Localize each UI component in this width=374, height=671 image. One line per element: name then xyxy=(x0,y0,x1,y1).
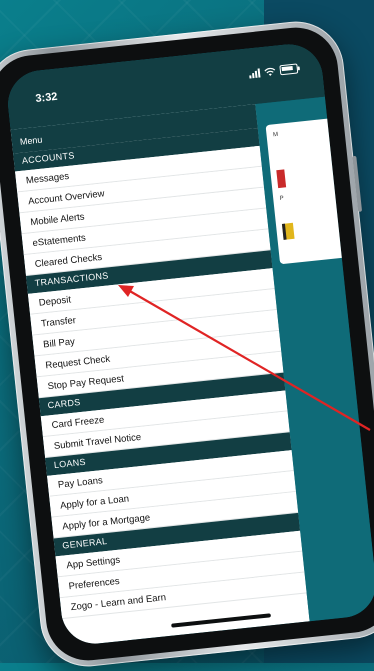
phone-screen: 3:32 Menu xyxy=(5,41,374,647)
card-caption: P xyxy=(279,196,284,202)
status-time: 3:32 xyxy=(35,91,58,105)
battery-icon xyxy=(279,63,298,75)
dashboard-card[interactable]: M P xyxy=(266,117,362,265)
card-thumbnail-yellow xyxy=(282,223,295,240)
app-content: Menu ACCOUNTSMessagesAccount OverviewMob… xyxy=(11,97,374,647)
phone-bezel: 3:32 Menu xyxy=(0,23,374,664)
wifi-icon xyxy=(263,66,276,76)
card-thumbnail-red xyxy=(277,169,287,188)
card-header: M xyxy=(266,117,349,139)
status-icons xyxy=(249,63,299,78)
phone-stage: 3:32 Menu xyxy=(0,17,374,671)
signal-icon xyxy=(249,68,261,78)
phone-frame: 3:32 Menu xyxy=(0,17,374,671)
